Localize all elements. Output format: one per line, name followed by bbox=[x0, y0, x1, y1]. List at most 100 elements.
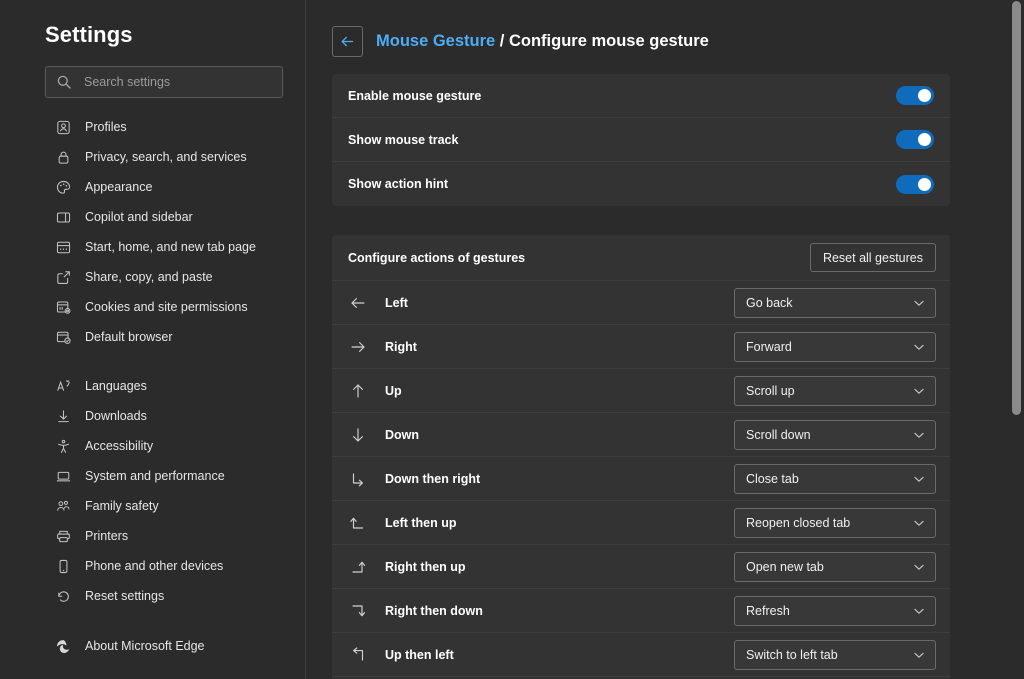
arrow-right-then-down-icon bbox=[348, 601, 368, 621]
default-browser-icon bbox=[55, 329, 72, 346]
enable-mouse-gesture-toggle[interactable] bbox=[896, 86, 934, 105]
sidebar-item-label: Languages bbox=[85, 379, 147, 393]
toggle-knob bbox=[918, 133, 931, 146]
gesture-action-select-down-then-right[interactable]: Close tab bbox=[734, 464, 936, 494]
gesture-action-select-up-then-left[interactable]: Switch to left tab bbox=[734, 640, 936, 670]
section-title: Configure actions of gestures bbox=[348, 251, 810, 265]
sidebar-item-label: Default browser bbox=[85, 330, 173, 344]
gesture-action-select-right-then-up[interactable]: Open new tab bbox=[734, 552, 936, 582]
selected-action: Open new tab bbox=[746, 560, 912, 574]
chevron-down-icon bbox=[912, 604, 926, 618]
sidebar-item-label: Share, copy, and paste bbox=[85, 270, 213, 284]
selected-action: Refresh bbox=[746, 604, 912, 618]
sidebar-item-label: System and performance bbox=[85, 469, 225, 483]
sidebar-group-divider-2 bbox=[0, 611, 305, 631]
search-input[interactable] bbox=[84, 75, 272, 89]
palette-icon bbox=[55, 179, 72, 196]
gesture-action-select-right-then-down[interactable]: Refresh bbox=[734, 596, 936, 626]
search-settings-box[interactable] bbox=[45, 66, 283, 98]
sidebar-item-privacy-search-services[interactable]: Privacy, search, and services bbox=[0, 142, 305, 172]
chevron-down-icon bbox=[912, 384, 926, 398]
arrow-up-icon bbox=[348, 381, 368, 401]
settings-main-content: Mouse Gesture / Configure mouse gesture … bbox=[306, 0, 1024, 679]
selected-action: Reopen closed tab bbox=[746, 516, 912, 530]
sidebar-item-default-browser[interactable]: Default browser bbox=[0, 322, 305, 352]
arrow-up-then-left-icon bbox=[348, 645, 368, 665]
gesture-label: Down then right bbox=[385, 472, 734, 486]
gesture-row-right-then-up: Right then up Open new tab bbox=[332, 545, 950, 589]
arrow-down-icon bbox=[348, 425, 368, 445]
breadcrumb-text: Mouse Gesture / Configure mouse gesture bbox=[376, 32, 709, 51]
sidebar-item-label: Downloads bbox=[85, 409, 147, 423]
reset-all-gestures-button[interactable]: Reset all gestures bbox=[810, 243, 936, 272]
sidebar-item-label: Reset settings bbox=[85, 589, 164, 603]
selected-action: Scroll down bbox=[746, 428, 912, 442]
gesture-label: Down bbox=[385, 428, 734, 442]
sidebar-item-cookies-site-permissions[interactable]: Cookies and site permissions bbox=[0, 292, 305, 322]
gesture-label: Left then up bbox=[385, 516, 734, 530]
back-button[interactable] bbox=[332, 26, 363, 57]
sidebar-item-family-safety[interactable]: Family safety bbox=[0, 491, 305, 521]
gesture-action-select-left-then-up[interactable]: Reopen closed tab bbox=[734, 508, 936, 538]
sidebar-item-phone-and-other-devices[interactable]: Phone and other devices bbox=[0, 551, 305, 581]
chevron-down-icon bbox=[912, 516, 926, 530]
toggle-knob bbox=[918, 178, 931, 191]
setting-label: Show mouse track bbox=[348, 133, 896, 147]
gesture-row-right-then-down: Right then down Refresh bbox=[332, 589, 950, 633]
sidebar-item-profiles[interactable]: Profiles bbox=[0, 112, 305, 142]
sidebar-item-label: About Microsoft Edge bbox=[85, 639, 205, 653]
show-mouse-track-toggle[interactable] bbox=[896, 130, 934, 149]
chevron-down-icon bbox=[912, 472, 926, 486]
laptop-icon bbox=[55, 468, 72, 485]
scrollbar-thumb[interactable] bbox=[1012, 1, 1021, 415]
sidebar-panel-icon bbox=[55, 209, 72, 226]
sidebar-item-label: Printers bbox=[85, 529, 128, 543]
gesture-action-select-up[interactable]: Scroll up bbox=[734, 376, 936, 406]
selected-action: Go back bbox=[746, 296, 912, 310]
arrow-left-icon bbox=[348, 293, 368, 313]
gesture-label: Right then up bbox=[385, 560, 734, 574]
sidebar-item-downloads[interactable]: Downloads bbox=[0, 401, 305, 431]
cookies-permissions-icon bbox=[55, 299, 72, 316]
accessibility-icon bbox=[55, 438, 72, 455]
download-icon bbox=[55, 408, 72, 425]
gesture-row-up: Up Scroll up bbox=[332, 369, 950, 413]
sidebar-item-label: Accessibility bbox=[85, 439, 153, 453]
sidebar-item-share-copy-paste[interactable]: Share, copy, and paste bbox=[0, 262, 305, 292]
sidebar-item-about-microsoft-edge[interactable]: About Microsoft Edge bbox=[0, 631, 305, 661]
page-title: Settings bbox=[0, 22, 305, 48]
sidebar-item-accessibility[interactable]: Accessibility bbox=[0, 431, 305, 461]
sidebar-item-reset-settings[interactable]: Reset settings bbox=[0, 581, 305, 611]
sidebar-item-start-home-newtab[interactable]: Start, home, and new tab page bbox=[0, 232, 305, 262]
setting-row-enable-mouse-gesture: Enable mouse gesture bbox=[332, 74, 950, 118]
page-scrollbar[interactable] bbox=[1009, 0, 1024, 679]
sidebar-item-printers[interactable]: Printers bbox=[0, 521, 305, 551]
breadcrumb-separator: / bbox=[500, 32, 505, 50]
show-action-hint-toggle[interactable] bbox=[896, 175, 934, 194]
sidebar-item-label: Family safety bbox=[85, 499, 159, 513]
selected-action: Forward bbox=[746, 340, 912, 354]
sidebar-nav: Profiles Privacy, search, and services bbox=[0, 112, 305, 661]
sidebar-item-appearance[interactable]: Appearance bbox=[0, 172, 305, 202]
sidebar-item-system-and-performance[interactable]: System and performance bbox=[0, 461, 305, 491]
sidebar-item-languages[interactable]: Languages bbox=[0, 371, 305, 401]
breadcrumb-parent-link[interactable]: Mouse Gesture bbox=[376, 32, 495, 50]
chevron-down-icon bbox=[912, 296, 926, 310]
breadcrumb-current: Configure mouse gesture bbox=[509, 32, 709, 50]
sidebar-item-label: Profiles bbox=[85, 120, 127, 134]
gesture-action-select-down[interactable]: Scroll down bbox=[734, 420, 936, 450]
settings-sidebar: Settings Profiles bbox=[0, 0, 306, 679]
configure-gestures-card: Configure actions of gestures Reset all … bbox=[332, 235, 950, 679]
sidebar-item-copilot-and-sidebar[interactable]: Copilot and sidebar bbox=[0, 202, 305, 232]
sidebar-item-label: Cookies and site permissions bbox=[85, 300, 248, 314]
gesture-action-select-left[interactable]: Go back bbox=[734, 288, 936, 318]
gesture-row-right: Right Forward bbox=[332, 325, 950, 369]
chevron-down-icon bbox=[912, 340, 926, 354]
gesture-action-select-right[interactable]: Forward bbox=[734, 332, 936, 362]
toggle-knob bbox=[918, 89, 931, 102]
gesture-label: Right then down bbox=[385, 604, 734, 618]
configure-gestures-header: Configure actions of gestures Reset all … bbox=[332, 235, 950, 281]
printer-icon bbox=[55, 528, 72, 545]
sidebar-item-label: Appearance bbox=[85, 180, 152, 194]
sidebar-item-label: Privacy, search, and services bbox=[85, 150, 247, 164]
